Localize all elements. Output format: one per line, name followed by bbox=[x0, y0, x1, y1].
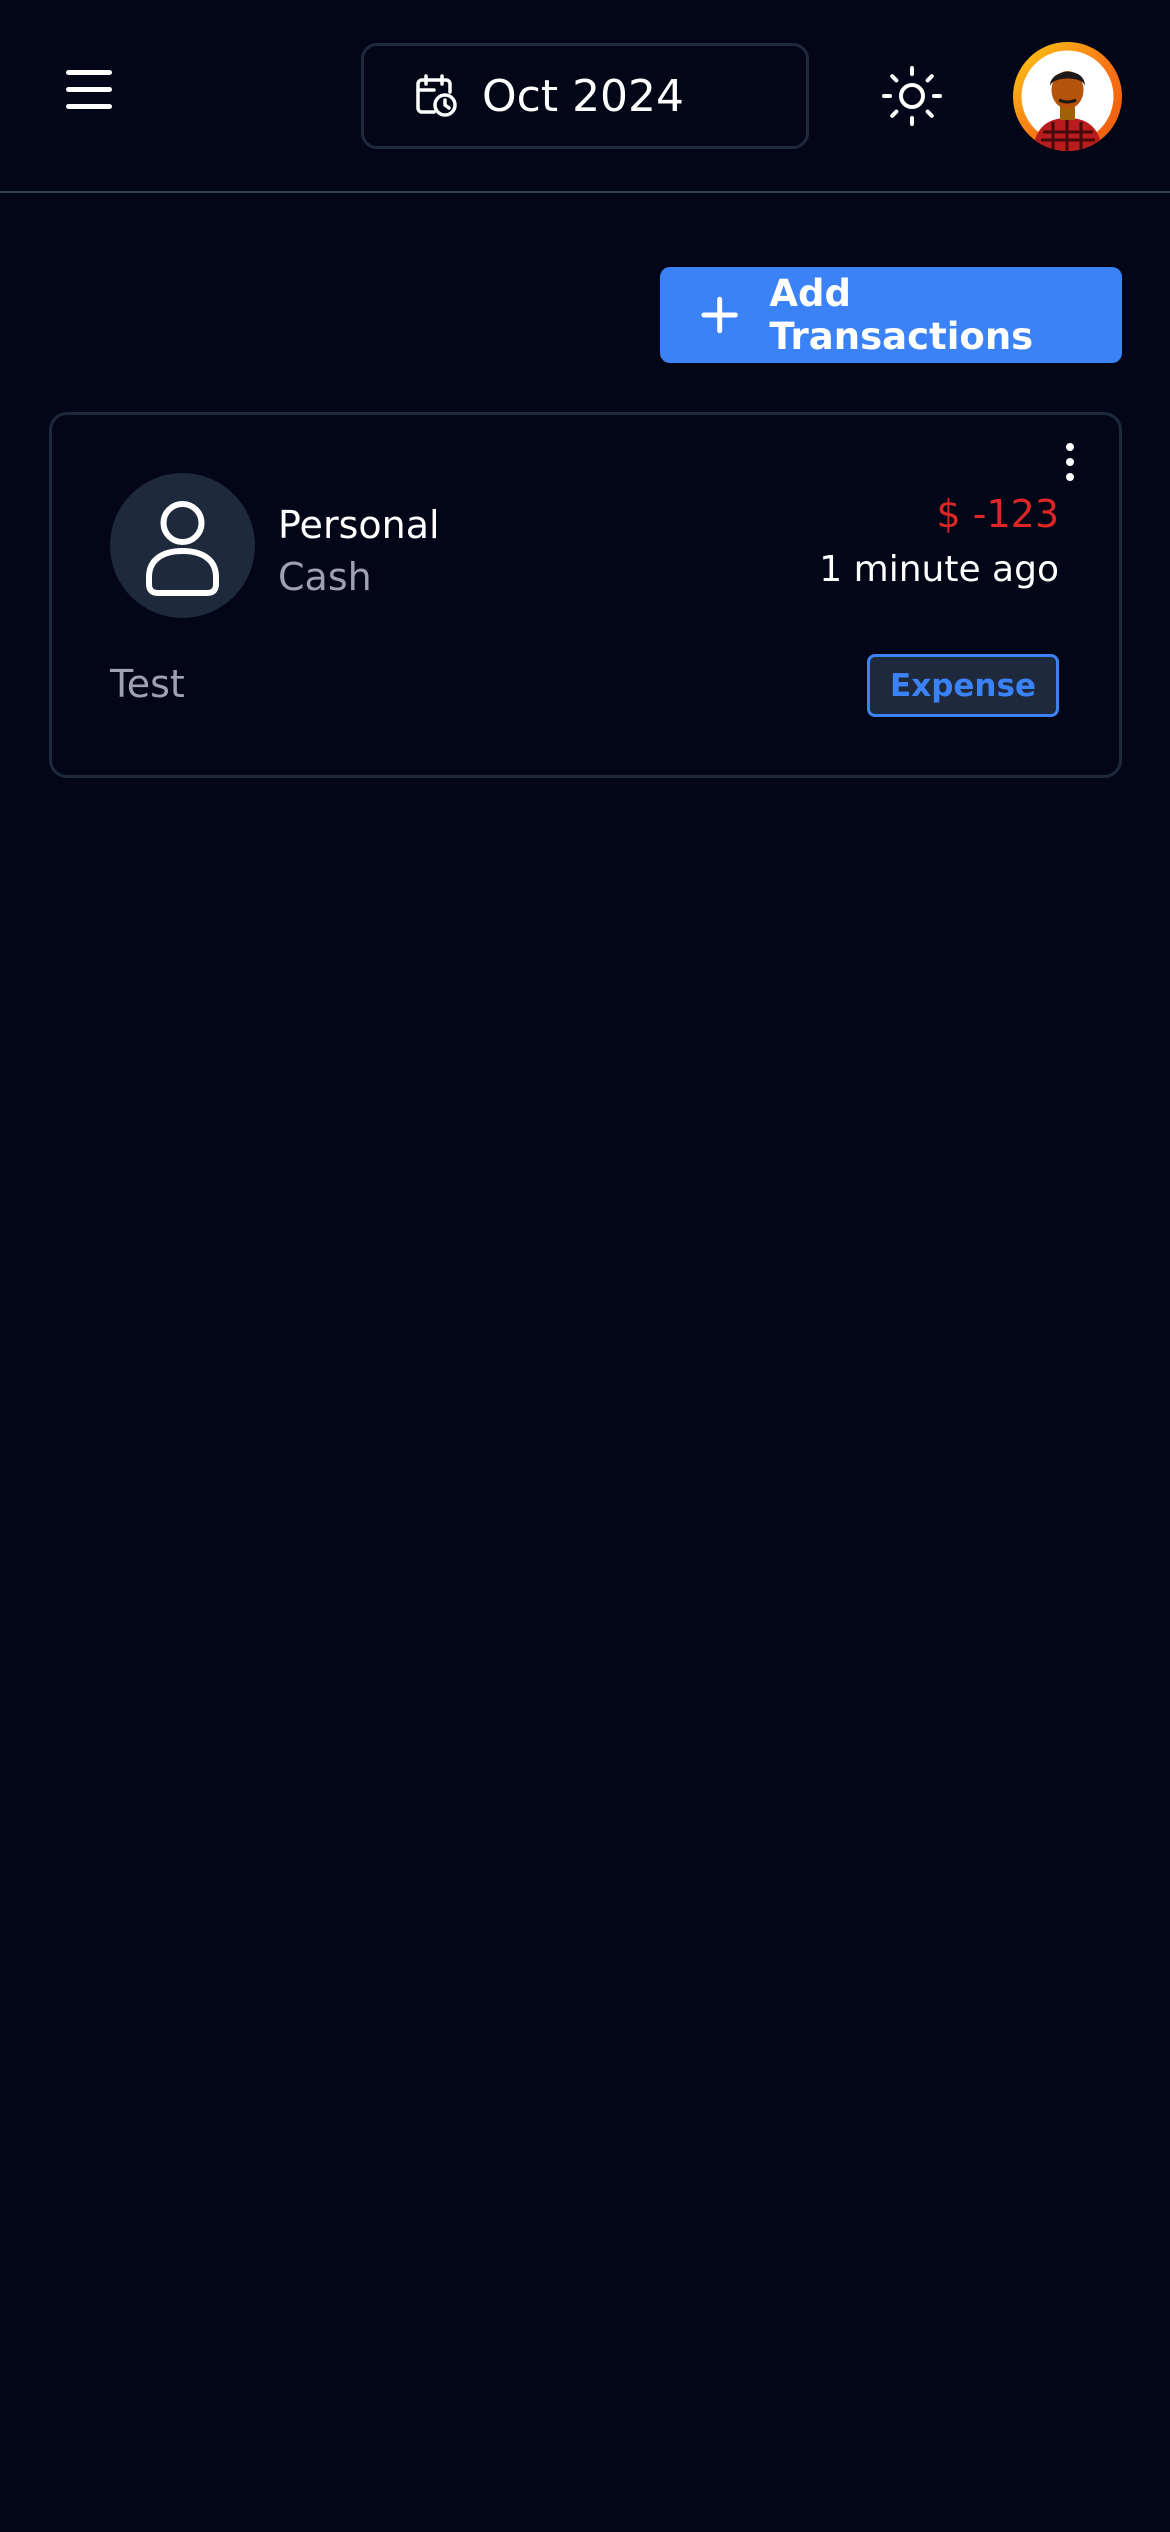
transaction-amount: $ -123 bbox=[936, 492, 1060, 536]
menu-button[interactable] bbox=[60, 66, 120, 116]
transaction-type-badge: Expense bbox=[867, 654, 1059, 717]
more-vertical-icon bbox=[1066, 443, 1074, 481]
theme-toggle-button[interactable] bbox=[880, 64, 944, 128]
category-avatar bbox=[110, 473, 255, 618]
app-header: Oct 2024 bbox=[0, 0, 1170, 193]
sun-icon bbox=[882, 66, 942, 126]
month-picker[interactable]: Oct 2024 bbox=[361, 43, 809, 149]
menu-icon bbox=[66, 70, 112, 109]
transaction-menu-button[interactable] bbox=[1055, 440, 1085, 484]
transaction-note: Test bbox=[110, 662, 185, 706]
plus-icon bbox=[701, 296, 738, 334]
calendar-clock-icon bbox=[416, 74, 457, 117]
add-transaction-button[interactable]: Add Transactions bbox=[660, 267, 1122, 363]
month-label: Oct 2024 bbox=[482, 70, 685, 122]
user-avatar[interactable] bbox=[1013, 42, 1122, 151]
transaction-time: 1 minute ago bbox=[819, 549, 1059, 590]
transaction-account: Cash bbox=[278, 555, 372, 599]
user-icon bbox=[146, 501, 219, 596]
profile-photo bbox=[1021, 50, 1114, 151]
transaction-category: Personal bbox=[278, 503, 440, 547]
add-transaction-label: Add Transactions bbox=[769, 272, 1034, 358]
